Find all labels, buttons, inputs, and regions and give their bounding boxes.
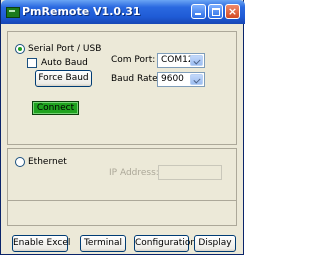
window-title: PmRemote V1.0.31 <box>22 5 141 18</box>
app-window: PmRemote V1.0.31 × Serial Port / USB Aut… <box>0 0 245 255</box>
chevron-down-icon[interactable] <box>190 74 203 85</box>
configuration-button[interactable]: Configuration <box>134 235 196 252</box>
enable-excel-button[interactable]: Enable Excel <box>12 235 70 252</box>
com-port-select[interactable]: COM12 <box>157 53 205 68</box>
ethernet-radio[interactable] <box>15 157 25 167</box>
chevron-down-icon[interactable] <box>190 55 203 66</box>
maximize-icon <box>212 8 220 16</box>
force-baud-button[interactable]: Force Baud <box>35 70 92 87</box>
maximize-button[interactable] <box>208 4 223 19</box>
terminal-button[interactable]: Terminal <box>80 235 126 252</box>
minimize-button[interactable] <box>191 4 206 19</box>
com-port-label: Com Port: <box>111 55 156 65</box>
title-bar[interactable]: PmRemote V1.0.31 × <box>1 0 245 24</box>
com-port-value: COM12 <box>161 55 194 65</box>
minimize-icon <box>195 13 201 15</box>
serial-radio-label: Serial Port / USB <box>28 44 102 54</box>
display-button[interactable]: Display <box>194 235 236 252</box>
close-icon: × <box>227 5 238 18</box>
connect-button[interactable]: Connect <box>32 101 79 115</box>
baud-rate-select[interactable]: 9600 <box>157 72 205 87</box>
auto-baud-label: Auto Baud <box>41 58 88 68</box>
app-icon <box>6 7 20 18</box>
ethernet-radio-label: Ethernet <box>28 157 67 167</box>
ip-address-label: IP Address: <box>109 168 159 178</box>
baud-rate-value: 9600 <box>161 74 184 84</box>
auto-baud-checkbox[interactable] <box>27 58 37 68</box>
ip-address-input[interactable] <box>158 165 222 180</box>
baud-rate-label: Baud Rate: <box>111 74 161 84</box>
close-button[interactable]: × <box>225 4 240 19</box>
section-divider <box>8 200 237 201</box>
serial-radio[interactable] <box>15 44 25 54</box>
